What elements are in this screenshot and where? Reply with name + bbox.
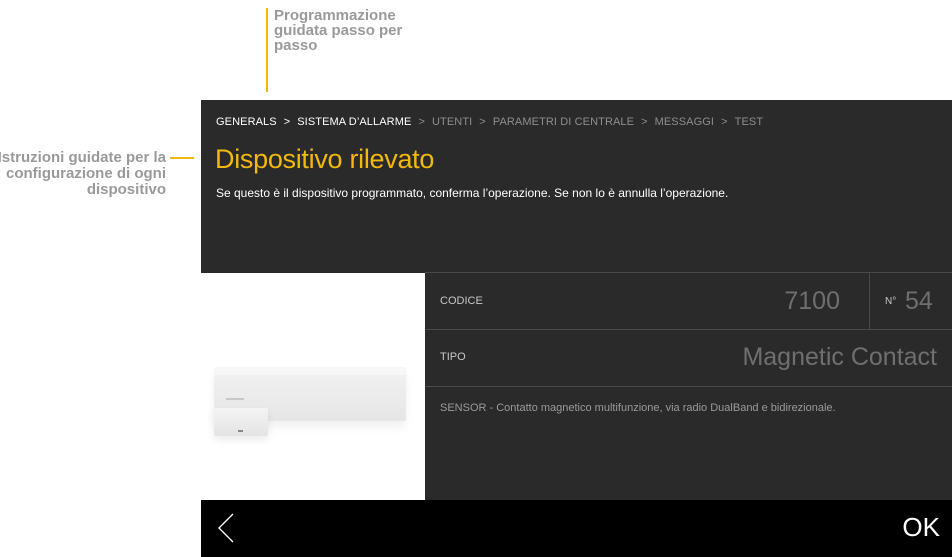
details-row: SENSOR - Contatto magnetico multifunzion… — [425, 386, 952, 500]
callout-connector-line — [170, 157, 194, 159]
number-cell: N° 54 — [869, 273, 952, 329]
device-image — [201, 273, 425, 500]
ok-button[interactable]: OK — [902, 512, 940, 543]
callout-top-text: Programmazione guidata passo per passo — [274, 7, 403, 54]
number-label: N° — [885, 296, 897, 307]
device-info-table: CODICE 7100 N° 54 TIPO Magnetic Contact … — [425, 272, 952, 500]
instruction-text: Se questo è il dispositivo programmato, … — [216, 186, 729, 200]
breadcrumb-item-parametri-centrale[interactable]: PARAMETRI DI CENTRALE — [493, 116, 634, 128]
callout-instructions: Istruzioni guidate per la configurazione… — [0, 149, 166, 198]
breadcrumb-item-messaggi[interactable]: MESSAGGI — [655, 116, 714, 128]
bottom-bar: OK — [201, 500, 952, 557]
breadcrumb-item-sistema-allarme[interactable]: SISTEMA D’ALLARME — [297, 116, 411, 128]
breadcrumb-separator: > — [479, 116, 486, 128]
device-screen: GENERALS > SISTEMA D’ALLARME > UTENTI > PARAME… — [201, 100, 952, 557]
sensor-logo-mark — [226, 398, 244, 400]
breadcrumb-separator: > — [641, 116, 648, 128]
callout-step-by-step: Programmazione guidata passo per passo — [266, 8, 414, 92]
number-value: 54 — [905, 287, 933, 315]
breadcrumb-separator: > — [721, 116, 728, 128]
page: Programmazione guidata passo per passo I… — [0, 0, 952, 557]
tipo-label: TIPO — [440, 351, 466, 363]
breadcrumb: GENERALS > SISTEMA D’ALLARME > UTENTI > PARAME… — [216, 116, 763, 128]
sensor-top-edge — [214, 367, 406, 375]
tipo-row: TIPO Magnetic Contact — [425, 329, 952, 386]
codice-value: 7100 — [784, 287, 840, 315]
breadcrumb-item-generals[interactable]: GENERALS — [216, 116, 277, 128]
magnet-mark — [238, 430, 243, 432]
breadcrumb-item-utenti[interactable]: UTENTI — [432, 116, 472, 128]
codice-label: CODICE — [440, 295, 483, 307]
device-details: SENSOR - Contatto magnetico multifunzion… — [440, 402, 836, 414]
back-button[interactable] — [209, 510, 245, 546]
breadcrumb-separator: > — [283, 116, 291, 128]
breadcrumb-item-test[interactable]: TEST — [735, 116, 764, 128]
codice-row: CODICE 7100 N° 54 — [425, 272, 952, 329]
tipo-value: Magnetic Contact — [742, 343, 937, 371]
chevron-left-icon — [218, 513, 234, 543]
breadcrumb-separator: > — [418, 116, 425, 128]
page-title: Dispositivo rilevato — [215, 144, 435, 174]
